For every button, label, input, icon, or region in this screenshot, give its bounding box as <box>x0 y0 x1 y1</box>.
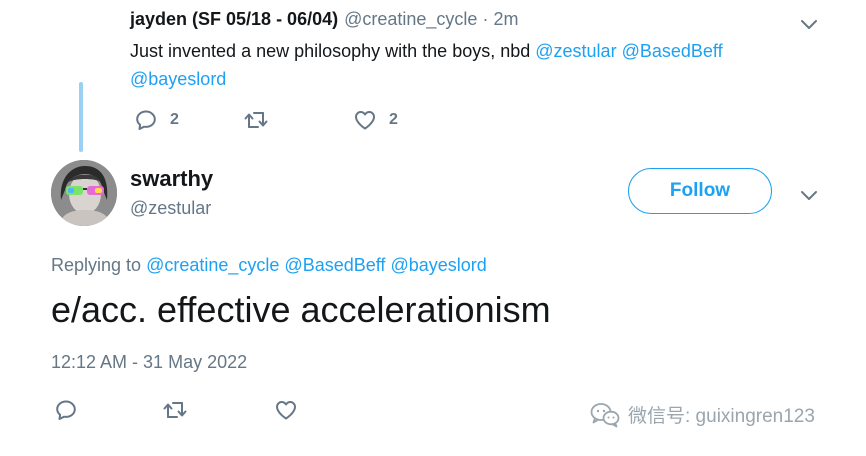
tweet-timestamp[interactable]: 12:12 AM - 31 May 2022 <box>51 352 247 373</box>
parent-mention-bayeslord[interactable]: @bayeslord <box>130 69 226 89</box>
parent-reply-count: 2 <box>170 111 179 128</box>
parent-tweet-header: jayden (SF 05/18 - 06/04) @creatine_cycle… <box>130 9 518 30</box>
parent-separator: · <box>482 9 489 29</box>
replying-mention-basedbeff[interactable]: @BasedBeff <box>284 255 385 275</box>
parent-handle[interactable]: @creatine_cycle <box>344 9 477 29</box>
parent-display-name[interactable]: jayden (SF 05/18 - 06/04) <box>130 9 338 29</box>
avatar-image <box>51 160 117 226</box>
replying-mention-bayeslord[interactable]: @bayeslord <box>390 255 486 275</box>
avatar[interactable] <box>51 160 117 226</box>
main-retweet-button[interactable] <box>162 398 188 422</box>
thread-connector-line <box>79 82 83 152</box>
replying-mention-creatine-cycle[interactable]: @creatine_cycle <box>146 255 279 275</box>
parent-like-button[interactable]: 2 <box>353 108 398 132</box>
heart-icon <box>276 401 296 420</box>
heart-icon <box>355 111 375 130</box>
watermark-text: 微信号: guixingren123 <box>628 406 815 427</box>
main-tweet-text: e/acc. effective accelerationism <box>51 289 551 330</box>
comment-bubble-icon <box>56 400 76 420</box>
main-reply-button[interactable] <box>54 398 78 422</box>
wechat-watermark: 微信号: guixingren123 <box>590 401 815 428</box>
parent-retweet-button[interactable] <box>243 108 269 132</box>
main-display-name[interactable]: swarthy <box>130 166 213 192</box>
wechat-logo-icon <box>590 402 620 427</box>
parent-time[interactable]: 2m <box>493 9 518 29</box>
replying-to-label: Replying to <box>51 255 147 275</box>
parent-like-count: 2 <box>389 111 398 128</box>
main-handle[interactable]: @zestular <box>130 198 211 219</box>
follow-button[interactable]: Follow <box>628 168 772 214</box>
parent-tweet-text: Just invented a new philosophy with the … <box>130 37 810 93</box>
retweet-arrows-icon <box>244 112 268 128</box>
parent-text-body: Just invented a new philosophy with the … <box>130 41 536 61</box>
replying-to: Replying to @creatine_cycle @BasedBeff @… <box>51 255 487 276</box>
parent-chevron-down-icon[interactable] <box>799 14 819 34</box>
main-like-button[interactable] <box>274 398 298 422</box>
retweet-arrows-icon <box>163 402 187 418</box>
parent-reply-button[interactable]: 2 <box>134 108 179 132</box>
main-chevron-down-icon[interactable] <box>799 185 819 205</box>
comment-bubble-icon <box>136 110 156 130</box>
parent-mention-basedbeff[interactable]: @BasedBeff <box>622 41 723 61</box>
parent-mention-zestular[interactable]: @zestular <box>535 41 616 61</box>
